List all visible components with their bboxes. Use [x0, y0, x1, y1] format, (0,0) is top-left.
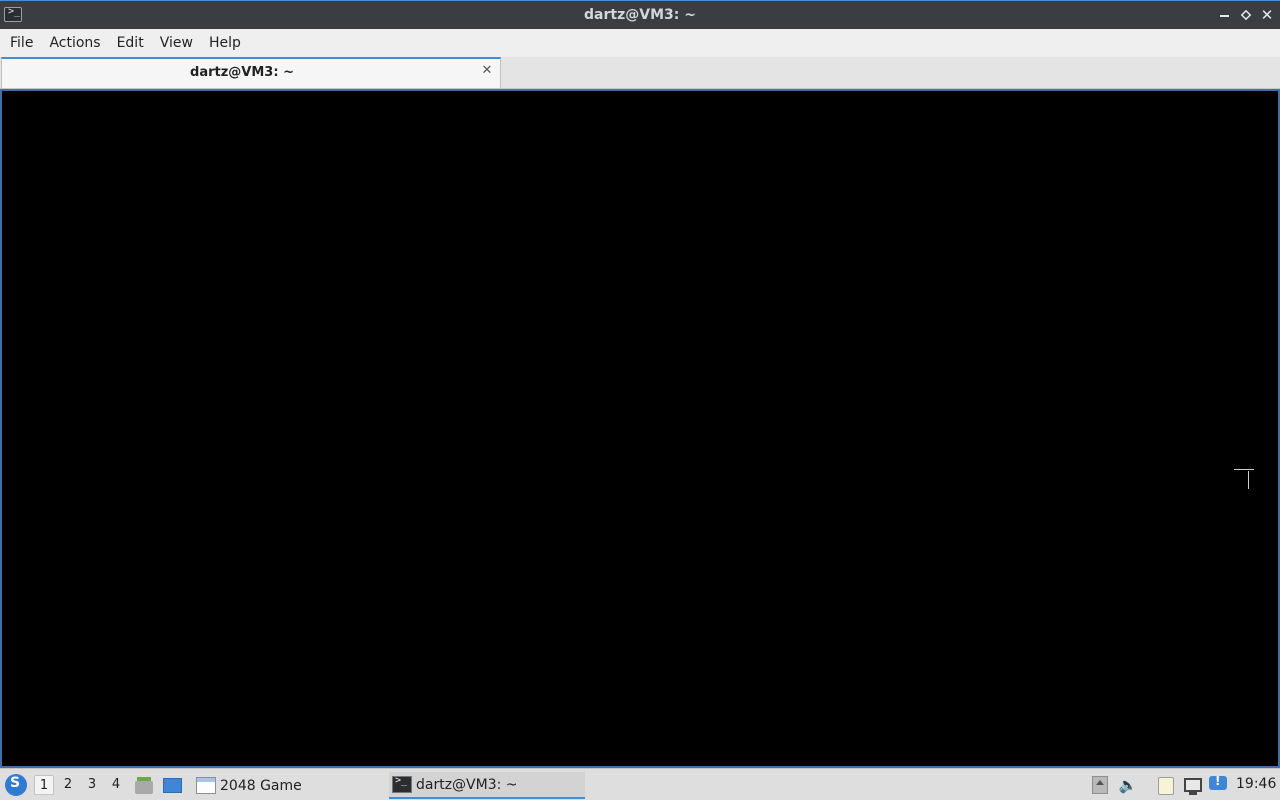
maximize-button[interactable]	[1237, 6, 1255, 24]
menu-edit[interactable]: Edit	[109, 31, 152, 55]
notification-icon[interactable]: !	[1208, 774, 1228, 795]
show-desktop-icon[interactable]	[162, 775, 182, 795]
lxqt-start-icon[interactable]: S	[5, 774, 27, 796]
desktop-switch-1[interactable]: 1	[34, 775, 54, 795]
file-manager-icon-body	[135, 781, 153, 794]
maximize-icon	[1240, 9, 1252, 21]
start-glyph: S	[10, 775, 21, 791]
clipboard-icon[interactable]	[1156, 775, 1176, 795]
eject-icon[interactable]	[1090, 775, 1110, 795]
window-icon	[196, 777, 216, 794]
terminal-view[interactable]	[0, 89, 1280, 768]
task-button-terminal[interactable]: >_ dartz@VM3: ~	[389, 772, 585, 799]
volume-icon[interactable]: 🔈	[1118, 775, 1138, 795]
task-button-2048-game[interactable]: 2048 Game	[193, 772, 383, 799]
network-icon-screen	[1184, 778, 1202, 792]
close-icon: ✕	[1260, 6, 1274, 24]
taskbar: S 1 2 3 4 2048 Game >_ dartz@VM3: ~ 🔈 ! …	[0, 768, 1280, 800]
mouse-cursor-ibeam-icon	[1234, 469, 1254, 491]
network-icon[interactable]	[1183, 775, 1203, 795]
tab-label: dartz@VM3: ~	[190, 65, 294, 80]
clipboard-icon-body	[1158, 777, 1174, 795]
network-icon-stand	[1189, 792, 1197, 795]
terminal-glyph: >_	[395, 775, 408, 786]
notification-glyph: !	[1215, 774, 1221, 788]
menu-help[interactable]: Help	[201, 31, 249, 55]
eject-icon-body	[1092, 776, 1108, 794]
task-label: 2048 Game	[220, 777, 302, 794]
ibeam-top	[1234, 469, 1254, 470]
tab-bar: dartz@VM3: ~ ✕	[0, 57, 1280, 89]
minimize-icon	[1220, 15, 1229, 17]
ibeam-stem	[1248, 471, 1249, 489]
window-titlebar[interactable]: >_ dartz@VM3: ~ ✕	[0, 0, 1280, 29]
tab-close-icon[interactable]: ✕	[479, 63, 495, 79]
tab-terminal[interactable]: dartz@VM3: ~ ✕	[1, 57, 501, 88]
desktop-switch-3[interactable]: 3	[82, 775, 102, 795]
task-label: dartz@VM3: ~	[416, 776, 518, 793]
close-button[interactable]: ✕	[1258, 6, 1276, 24]
minimize-button[interactable]	[1216, 6, 1234, 24]
menu-view[interactable]: View	[152, 31, 201, 55]
desktop-switch-4[interactable]: 4	[106, 775, 126, 795]
notification-icon-bubble: !	[1209, 774, 1227, 790]
clock[interactable]: 19:46	[1236, 776, 1276, 792]
menu-bar: File Actions Edit View Help	[0, 29, 1280, 57]
show-desktop-icon-body	[163, 778, 182, 793]
terminal-icon: >_	[392, 775, 412, 793]
window-title: dartz@VM3: ~	[584, 7, 696, 23]
menu-file[interactable]: File	[2, 31, 41, 55]
file-manager-icon[interactable]	[134, 775, 154, 795]
eject-icon-arrow	[1096, 780, 1104, 785]
menu-actions[interactable]: Actions	[41, 31, 108, 55]
desktop-switch-2[interactable]: 2	[58, 775, 78, 795]
